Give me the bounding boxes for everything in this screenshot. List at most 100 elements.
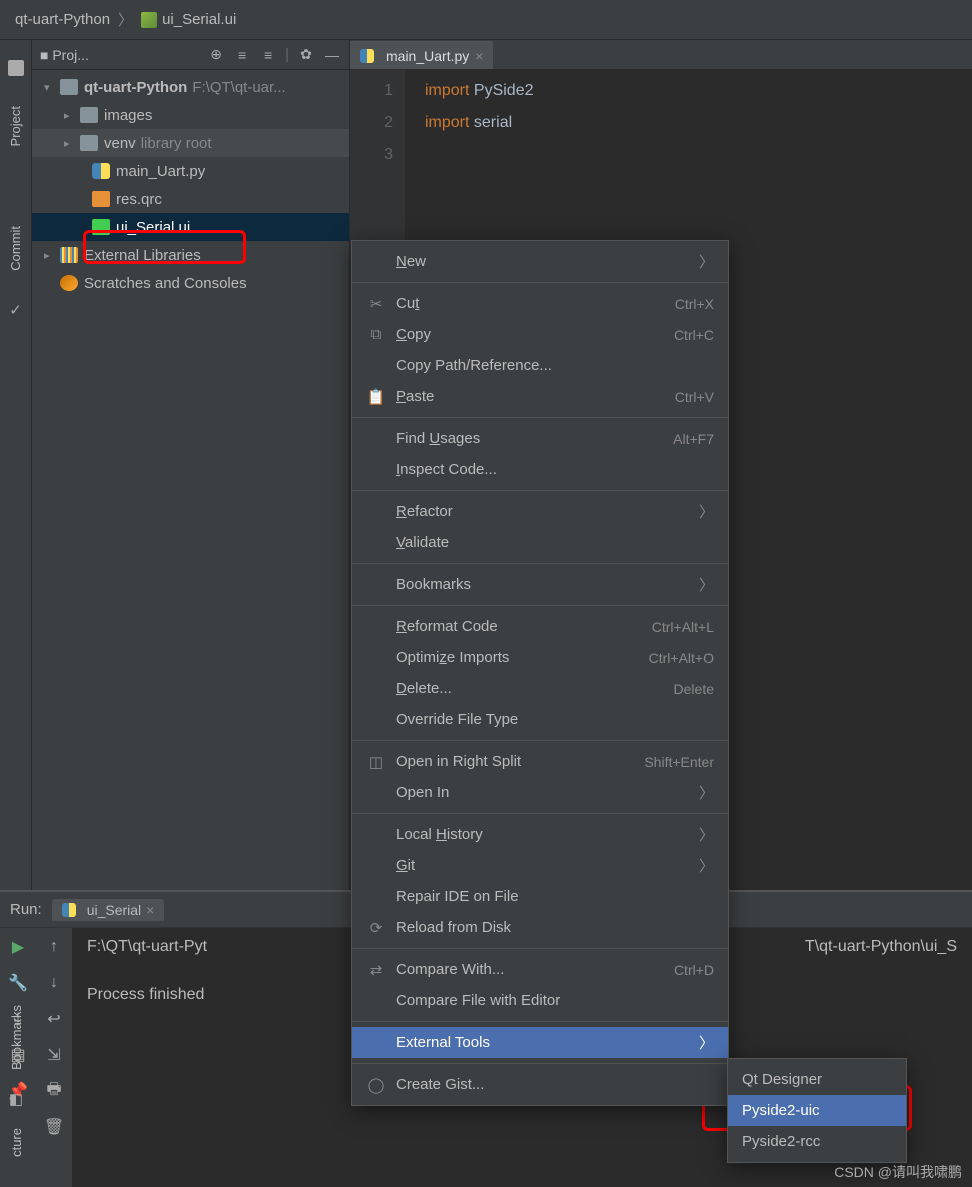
menu-git[interactable]: Git〉 bbox=[352, 850, 728, 881]
run-actions-right: ↑ ↓ ↩ ⇲ 🖶 🗑 bbox=[36, 928, 72, 1187]
menu-reformat[interactable]: Reformat CodeCtrl+Alt+L bbox=[352, 611, 728, 642]
left-rail-bottom: Bookmarks ◧ cture bbox=[0, 1005, 32, 1187]
submenu-pyside2-rcc[interactable]: Pyside2-rcc bbox=[728, 1126, 906, 1157]
tree-root-label: qt-uart-Python bbox=[84, 79, 187, 96]
print-icon[interactable]: 🖶 bbox=[45, 1082, 63, 1100]
collapse-all-icon[interactable]: ≡ bbox=[259, 46, 277, 64]
line-number: 3 bbox=[350, 139, 393, 171]
run-tab[interactable]: ui_Serial × bbox=[52, 899, 165, 921]
locate-icon[interactable]: ⊕ bbox=[207, 46, 225, 64]
menu-copy-path[interactable]: Copy Path/Reference... bbox=[352, 350, 728, 381]
menu-separator bbox=[352, 563, 728, 564]
tree-item-label: venv bbox=[104, 135, 136, 152]
menu-compare-editor[interactable]: Compare File with Editor bbox=[352, 985, 728, 1016]
menu-refactor[interactable]: Refactor〉 bbox=[352, 496, 728, 527]
external-tools-submenu: Qt Designer Pyside2-uic Pyside2-rcc bbox=[727, 1058, 907, 1163]
editor-tabbar: main_Uart.py × bbox=[350, 40, 972, 70]
submenu-qt-designer[interactable]: Qt Designer bbox=[728, 1064, 906, 1095]
close-icon[interactable]: × bbox=[146, 902, 154, 918]
menu-compare-with[interactable]: ⇄Compare With...Ctrl+D bbox=[352, 954, 728, 985]
qt-file-icon bbox=[141, 12, 157, 28]
chevron-right-icon: ▸ bbox=[44, 249, 56, 262]
wrench-icon[interactable]: 🔧 bbox=[9, 974, 27, 992]
bookmarks-tool-label[interactable]: Bookmarks bbox=[9, 1005, 24, 1070]
folder-icon bbox=[80, 135, 98, 151]
line-number: 1 bbox=[350, 75, 393, 107]
menu-inspect[interactable]: Inspect Code... bbox=[352, 454, 728, 485]
tree-venv-row[interactable]: ▸ venv library root bbox=[32, 129, 349, 157]
bookmarks-tool-icon[interactable]: ◧ bbox=[9, 1090, 23, 1108]
editor-tab-main-uart[interactable]: main_Uart.py × bbox=[350, 41, 493, 69]
expand-all-icon[interactable]: ≡ bbox=[233, 46, 251, 64]
menu-copy[interactable]: ⧉CopyCtrl+C bbox=[352, 319, 728, 350]
project-tool-label[interactable]: Project bbox=[8, 106, 23, 146]
menu-new[interactable]: New〉 bbox=[352, 246, 728, 277]
menu-cut[interactable]: ✂CutCtrl+X bbox=[352, 288, 728, 319]
commit-tool-icon[interactable]: ✓ bbox=[9, 301, 22, 319]
structure-tool-label[interactable]: cture bbox=[9, 1128, 24, 1157]
menu-validate[interactable]: Validate bbox=[352, 527, 728, 558]
project-header: ■ Proj... ⊕ ≡ ≡ | ✿ — bbox=[32, 40, 349, 70]
menu-delete[interactable]: Delete...Delete bbox=[352, 673, 728, 704]
python-file-icon bbox=[92, 163, 110, 179]
menu-open-in[interactable]: Open In〉 bbox=[352, 777, 728, 808]
menu-find-usages[interactable]: Find UsagesAlt+F7 bbox=[352, 423, 728, 454]
settings-icon[interactable]: ✿ bbox=[297, 46, 315, 64]
tree-scratches-row[interactable]: Scratches and Consoles bbox=[32, 269, 349, 297]
context-menu: New〉 ✂CutCtrl+X ⧉CopyCtrl+C Copy Path/Re… bbox=[351, 240, 729, 1106]
line-number: 2 bbox=[350, 107, 393, 139]
split-icon: ◫ bbox=[366, 753, 386, 771]
menu-separator bbox=[352, 490, 728, 491]
scratches-icon bbox=[60, 275, 78, 291]
breadcrumb-root[interactable]: qt-uart-Python bbox=[15, 11, 110, 28]
wrap-icon[interactable]: ↩ bbox=[45, 1010, 63, 1028]
tree-res-qrc-row[interactable]: res.qrc bbox=[32, 185, 349, 213]
chevron-down-icon: ▾ bbox=[44, 81, 56, 94]
menu-create-gist[interactable]: ◯Create Gist... bbox=[352, 1069, 728, 1100]
qrc-file-icon bbox=[92, 191, 110, 207]
github-icon: ◯ bbox=[366, 1076, 386, 1094]
watermark: CSDN @请叫我啸鹏 bbox=[834, 1162, 962, 1182]
menu-paste[interactable]: 📋PasteCtrl+V bbox=[352, 381, 728, 412]
up-icon[interactable]: ↑ bbox=[45, 938, 63, 956]
menu-local-history[interactable]: Local History〉 bbox=[352, 819, 728, 850]
tree-venv-note: library root bbox=[141, 135, 212, 152]
run-tab-label: ui_Serial bbox=[87, 902, 141, 918]
run-cmd-line-tail: T\qt-uart-Python\ui_S bbox=[805, 938, 957, 956]
menu-bookmarks[interactable]: Bookmarks〉 bbox=[352, 569, 728, 600]
menu-override[interactable]: Override File Type bbox=[352, 704, 728, 735]
commit-tool-label[interactable]: Commit bbox=[8, 226, 23, 271]
tree-main-uart-row[interactable]: main_Uart.py bbox=[32, 157, 349, 185]
tab-label: main_Uart.py bbox=[386, 48, 469, 64]
menu-separator bbox=[352, 740, 728, 741]
menu-external-tools[interactable]: External Tools〉 bbox=[352, 1027, 728, 1058]
reload-icon: ⟳ bbox=[366, 919, 386, 937]
scroll-to-end-icon[interactable]: ⇲ bbox=[45, 1046, 63, 1064]
project-title[interactable]: ■ Proj... bbox=[40, 47, 199, 63]
rerun-icon[interactable]: ▶ bbox=[9, 938, 27, 956]
menu-separator bbox=[352, 1021, 728, 1022]
run-cmd-line: F:\QT\qt-uart-Pyt bbox=[87, 938, 207, 955]
submenu-pyside2-uic[interactable]: Pyside2-uic bbox=[728, 1095, 906, 1126]
trash-icon[interactable]: 🗑 bbox=[45, 1118, 63, 1136]
menu-repair[interactable]: Repair IDE on File bbox=[352, 881, 728, 912]
left-tool-rail: Project Commit ✓ bbox=[0, 40, 32, 890]
down-icon[interactable]: ↓ bbox=[45, 974, 63, 992]
menu-optimize[interactable]: Optimize ImportsCtrl+Alt+O bbox=[352, 642, 728, 673]
tree-item-label: images bbox=[104, 107, 152, 124]
project-tool-icon[interactable] bbox=[8, 60, 24, 76]
breadcrumb-file[interactable]: ui_Serial.ui bbox=[162, 11, 236, 28]
menu-reload[interactable]: ⟳Reload from Disk bbox=[352, 912, 728, 943]
tree-images-row[interactable]: ▸ images bbox=[32, 101, 349, 129]
breadcrumb-sep: 〉 bbox=[118, 9, 133, 30]
chevron-right-icon: ▸ bbox=[64, 109, 76, 122]
python-file-icon bbox=[360, 49, 374, 63]
compare-icon: ⇄ bbox=[366, 961, 386, 979]
tree-root-path: F:\QT\qt-uar... bbox=[192, 79, 285, 96]
tree-root-row[interactable]: ▾ qt-uart-Python F:\QT\qt-uar... bbox=[32, 73, 349, 101]
hide-icon[interactable]: — bbox=[323, 46, 341, 64]
library-icon bbox=[60, 247, 78, 263]
menu-open-split[interactable]: ◫Open in Right SplitShift+Enter bbox=[352, 746, 728, 777]
close-icon[interactable]: × bbox=[475, 48, 483, 64]
menu-separator bbox=[352, 605, 728, 606]
